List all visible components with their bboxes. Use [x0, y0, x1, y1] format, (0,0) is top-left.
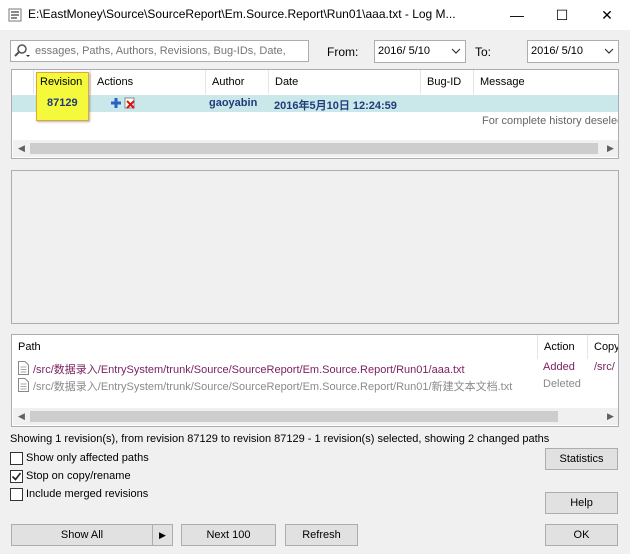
checkbox-box[interactable]	[10, 488, 23, 501]
scroll-right-icon[interactable]: ▶	[602, 408, 618, 425]
scroll-right-icon[interactable]: ▶	[602, 140, 618, 157]
to-label: To:	[475, 45, 492, 59]
next-100-button[interactable]: Next 100	[181, 524, 276, 546]
checkmark-icon	[11, 472, 22, 481]
show-all-button[interactable]: Show All ▶	[11, 524, 173, 546]
column-header-actions[interactable]: Actions	[91, 70, 206, 94]
help-button[interactable]: Help	[545, 492, 618, 514]
minimize-icon: —	[510, 7, 524, 23]
file-icon	[18, 378, 29, 392]
title-bar: E:\EastMoney\Source\SourceReport\Em.Sour…	[0, 0, 630, 30]
checkbox-box[interactable]	[10, 470, 23, 483]
magnifier-icon[interactable]	[13, 43, 33, 59]
checkbox-label: Stop on copy/rename	[26, 470, 131, 482]
changed-paths-list[interactable]: Path Action Copy /src/数据录入/EntrySystem/t…	[11, 334, 619, 427]
log-icon	[8, 8, 22, 22]
show-all-label: Show All	[60, 529, 104, 541]
maximize-icon: ☐	[555, 6, 569, 23]
message-panel[interactable]	[11, 170, 619, 324]
author-cell: gaoyabin	[209, 97, 258, 109]
status-text: Showing 1 revision(s), from revision 871…	[10, 433, 550, 445]
revision-list[interactable]: Actions Author Date Bug-ID Message Revis…	[11, 69, 619, 159]
column-header-copy[interactable]: Copy	[588, 335, 618, 359]
close-icon: ✕	[601, 6, 613, 23]
chevron-down-icon[interactable]	[603, 44, 615, 58]
column-header-action[interactable]: Action	[538, 335, 588, 359]
to-date-value: 2016/ 5/10	[531, 45, 583, 57]
scroll-thumb[interactable]	[30, 411, 558, 422]
add-icon	[111, 98, 121, 108]
revision-number: 87129	[47, 97, 78, 109]
path-text: /src/数据录入/EntrySystem/trunk/Source/Sourc…	[33, 381, 513, 393]
checkbox-label: Include merged revisions	[26, 488, 149, 500]
maximize-button[interactable]: ☐	[539, 0, 585, 30]
column-header-revision-label: Revision	[40, 76, 83, 88]
column-header-date[interactable]: Date	[269, 70, 421, 94]
column-header-bug-id[interactable]: Bug-ID	[421, 70, 474, 94]
to-date-picker[interactable]: 2016/ 5/10	[527, 40, 619, 63]
column-header-icon[interactable]	[12, 70, 34, 94]
column-header-author[interactable]: Author	[206, 70, 269, 94]
file-icon	[18, 361, 29, 375]
close-button[interactable]: ✕	[584, 0, 630, 30]
refresh-button[interactable]: Refresh	[285, 524, 358, 546]
path-text: /src/数据录入/EntrySystem/trunk/Source/Sourc…	[33, 364, 465, 376]
path-row[interactable]: /src/数据录入/EntrySystem/trunk/Source/Sourc…	[18, 360, 528, 376]
checkbox-label: Show only affected paths	[26, 452, 149, 464]
path-action: Added	[543, 361, 575, 373]
from-date-value: 2016/ 5/10	[378, 45, 430, 57]
search-box[interactable]	[10, 40, 309, 62]
window-title: E:\EastMoney\Source\SourceReport\Em.Sour…	[28, 7, 456, 21]
column-header-path[interactable]: Path	[12, 335, 538, 359]
history-hint: For complete history deselect	[482, 115, 619, 127]
horizontal-scrollbar[interactable]: ◀ ▶	[13, 140, 618, 157]
date-cell: 2016年5月10日 12:24:59	[274, 100, 397, 112]
search-input[interactable]	[35, 42, 305, 60]
column-header-message[interactable]: Message	[474, 70, 618, 94]
path-action: Deleted	[543, 378, 581, 390]
path-row[interactable]: /src/数据录入/EntrySystem/trunk/Source/Sourc…	[18, 377, 538, 393]
delete-icon	[124, 97, 135, 109]
from-date-picker[interactable]: 2016/ 5/10	[374, 40, 466, 63]
from-label: From:	[327, 45, 359, 59]
checkbox-box[interactable]	[10, 452, 23, 465]
minimize-button[interactable]: —	[494, 0, 540, 30]
horizontal-scrollbar[interactable]: ◀ ▶	[13, 408, 618, 425]
scroll-thumb[interactable]	[30, 143, 598, 154]
dropdown-arrow-icon[interactable]: ▶	[152, 525, 172, 545]
scroll-left-icon[interactable]: ◀	[13, 140, 30, 157]
ok-button[interactable]: OK	[545, 524, 618, 546]
scroll-left-icon[interactable]: ◀	[13, 408, 30, 425]
path-copy: /src/	[594, 361, 615, 373]
statistics-button[interactable]: Statistics	[545, 448, 618, 470]
chevron-down-icon[interactable]	[450, 44, 462, 58]
